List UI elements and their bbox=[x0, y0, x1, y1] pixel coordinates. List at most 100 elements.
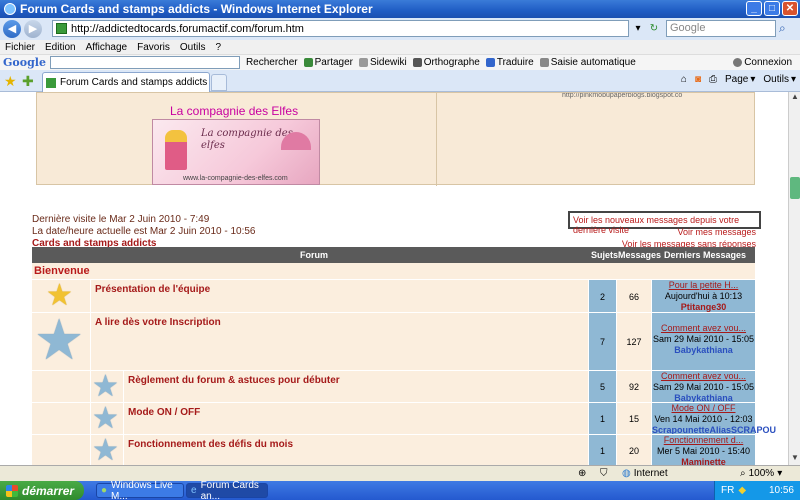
system-tray: FR ◆ 10:56 bbox=[714, 481, 800, 500]
forum-title-cell: Fonctionnement des défis du mois bbox=[124, 435, 588, 465]
topics-count: 5 bbox=[589, 371, 616, 402]
new-tab-button[interactable] bbox=[211, 74, 227, 91]
table-row: ★ Règlement du forum & astuces pour débu… bbox=[32, 370, 755, 403]
forum-title-cell: Mode ON / OFF bbox=[124, 403, 588, 434]
add-favorite-icon[interactable]: ✚ bbox=[22, 73, 34, 90]
last-message-cell: Mode ON / OFF Ven 14 Mai 2010 - 12:03 Sc… bbox=[652, 403, 776, 435]
vertical-scrollbar[interactable]: ▲ ▼ bbox=[788, 92, 800, 465]
search-icon[interactable]: ⌕ bbox=[779, 21, 786, 36]
chevron-down-icon[interactable]: ▾ bbox=[631, 21, 645, 36]
messages-count: 20 bbox=[617, 435, 651, 465]
forum-title[interactable]: Règlement du forum & astuces pour débute… bbox=[128, 375, 340, 386]
google-search-input[interactable] bbox=[49, 56, 240, 69]
last-post-link[interactable]: Mode ON / OFF bbox=[652, 403, 755, 414]
tab-forum[interactable]: Forum Cards and stamps addicts bbox=[42, 72, 210, 92]
maximize-button[interactable]: □ bbox=[764, 1, 780, 16]
table-row: ★ Mode ON / OFF 1 15 Mode ON / OFF Ven 1… bbox=[32, 402, 776, 435]
banner-right-url[interactable]: http://pinkmobupaperblogs.blogspot.com bbox=[562, 93, 682, 99]
page-menu[interactable]: Page ▾ bbox=[725, 74, 755, 85]
url-field[interactable] bbox=[52, 20, 629, 37]
table-row: ★ A lire dès votre Inscription 7 127 Com… bbox=[32, 308, 755, 371]
my-messages-link[interactable]: Voir mes messages bbox=[622, 226, 756, 238]
category-row[interactable]: Bienvenue bbox=[32, 263, 755, 279]
scroll-thumb[interactable] bbox=[790, 177, 800, 199]
page-icon bbox=[56, 23, 67, 34]
home-icon[interactable]: ⌂ bbox=[681, 74, 687, 85]
menu-edition[interactable]: Edition bbox=[40, 42, 81, 53]
forum-title[interactable]: Mode ON / OFF bbox=[128, 407, 200, 418]
last-post-link[interactable]: Comment avez vou... bbox=[652, 313, 755, 334]
autofill-icon bbox=[539, 58, 549, 67]
scroll-down-icon[interactable]: ▼ bbox=[789, 453, 800, 465]
blue-star-icon: ★ bbox=[34, 308, 85, 371]
topics-count: 1 bbox=[589, 403, 616, 434]
table-row: ★ Présentation de l'équipe 2 66 Pour la … bbox=[32, 279, 755, 312]
forum-title[interactable]: A lire dès votre Inscription bbox=[95, 317, 221, 328]
last-post-link[interactable]: Fonctionnement d... bbox=[652, 435, 755, 446]
tab-label: Forum Cards and stamps addicts bbox=[60, 77, 208, 88]
forum-icon-cell: ★ bbox=[91, 403, 123, 435]
menu-fichier[interactable]: Fichier bbox=[0, 42, 40, 53]
scroll-up-icon[interactable]: ▲ bbox=[789, 92, 800, 104]
orthographe-button[interactable]: Orthographe bbox=[412, 57, 480, 68]
tools-menu[interactable]: Outils ▾ bbox=[763, 74, 796, 85]
zoom-icon: ⌕ bbox=[740, 468, 746, 479]
back-button[interactable]: ◀ bbox=[3, 20, 21, 38]
menu-favoris[interactable]: Favoris bbox=[132, 42, 175, 53]
last-post-link[interactable]: Pour la petite H... bbox=[652, 280, 755, 291]
banner-image[interactable]: La compagnie des elfes www.la-compagnie-… bbox=[152, 119, 320, 185]
banner-title: La compagnie des Elfes bbox=[170, 104, 299, 118]
url-input[interactable] bbox=[71, 22, 591, 35]
spellcheck-icon bbox=[412, 58, 422, 67]
forum-indent-cell bbox=[32, 403, 90, 434]
connexion-button[interactable]: Connexion bbox=[733, 57, 792, 68]
partager-button[interactable]: Partager bbox=[303, 57, 353, 68]
page-content: La compagnie des Elfes La compagnie des … bbox=[0, 92, 788, 465]
menu-bar: Fichier Edition Affichage Favoris Outils… bbox=[0, 40, 800, 54]
blue-star-icon: ★ bbox=[92, 370, 119, 403]
forum-title[interactable]: Présentation de l'équipe bbox=[95, 284, 210, 295]
share-icon bbox=[303, 58, 313, 67]
favorites-star-icon[interactable]: ★ bbox=[4, 73, 17, 90]
topics-count: 7 bbox=[589, 313, 616, 370]
translate-icon bbox=[485, 58, 495, 67]
clock: 10:56 bbox=[768, 485, 794, 496]
rechercher-button[interactable]: Rechercher bbox=[246, 57, 298, 68]
sidewiki-button[interactable]: Sidewiki bbox=[359, 57, 407, 68]
start-button[interactable]: démarrer bbox=[0, 481, 84, 500]
elf-girl-illustration bbox=[165, 130, 187, 170]
forward-button[interactable]: ▶ bbox=[24, 20, 42, 38]
refresh-icon[interactable]: ↻ bbox=[647, 21, 661, 36]
messages-count: 127 bbox=[617, 313, 651, 370]
minimize-button[interactable]: _ bbox=[746, 1, 762, 16]
messages-count: 66 bbox=[617, 280, 651, 312]
last-post-date: Aujourd'hui à 10:13 bbox=[664, 291, 743, 301]
command-bar: ⌂ ◙ ⎙ Page ▾ Outils ▾ bbox=[681, 74, 796, 85]
shield-icon: ⛉ bbox=[600, 468, 608, 479]
last-post-user[interactable]: Maminette bbox=[652, 457, 755, 465]
forum-icon-cell: ★ bbox=[91, 370, 123, 403]
zoom-control[interactable]: ⌕ 100% ▾ bbox=[740, 468, 782, 479]
table-header: Forum Sujets Messages Derniers Messages bbox=[32, 247, 755, 263]
language-indicator[interactable]: FR bbox=[721, 485, 734, 496]
print-icon[interactable]: ⎙ bbox=[709, 74, 717, 85]
last-post-date: Ven 14 Mai 2010 - 12:03 bbox=[654, 414, 753, 424]
last-post-date: Sam 29 Mai 2010 - 15:05 bbox=[652, 382, 755, 392]
last-post-user[interactable]: Babykathiana bbox=[652, 345, 755, 356]
last-message-cell: Fonctionnement d... Mer 5 Mai 2010 - 15:… bbox=[652, 435, 755, 465]
menu-affichage[interactable]: Affichage bbox=[81, 42, 133, 53]
menu-help[interactable]: ? bbox=[210, 42, 226, 53]
tray-icon[interactable]: ◆ bbox=[738, 485, 746, 496]
search-input[interactable]: Google bbox=[666, 20, 776, 37]
close-button[interactable]: ✕ bbox=[782, 1, 798, 16]
forum-indent-cell bbox=[32, 371, 90, 402]
rss-icon[interactable]: ◙ bbox=[695, 74, 701, 85]
saisie-button[interactable]: Saisie automatique bbox=[539, 57, 636, 68]
last-post-link[interactable]: Comment avez vou... bbox=[652, 371, 755, 382]
taskbar-item-forum[interactable]: e Forum Cards an... bbox=[186, 480, 268, 500]
taskbar-item-windows-live[interactable]: ● Windows Live M... bbox=[96, 480, 184, 500]
forum-title[interactable]: Fonctionnement des défis du mois bbox=[128, 439, 293, 450]
sidewiki-icon bbox=[359, 58, 368, 67]
menu-outils[interactable]: Outils bbox=[175, 42, 211, 53]
traduire-button[interactable]: Traduire bbox=[485, 57, 534, 68]
